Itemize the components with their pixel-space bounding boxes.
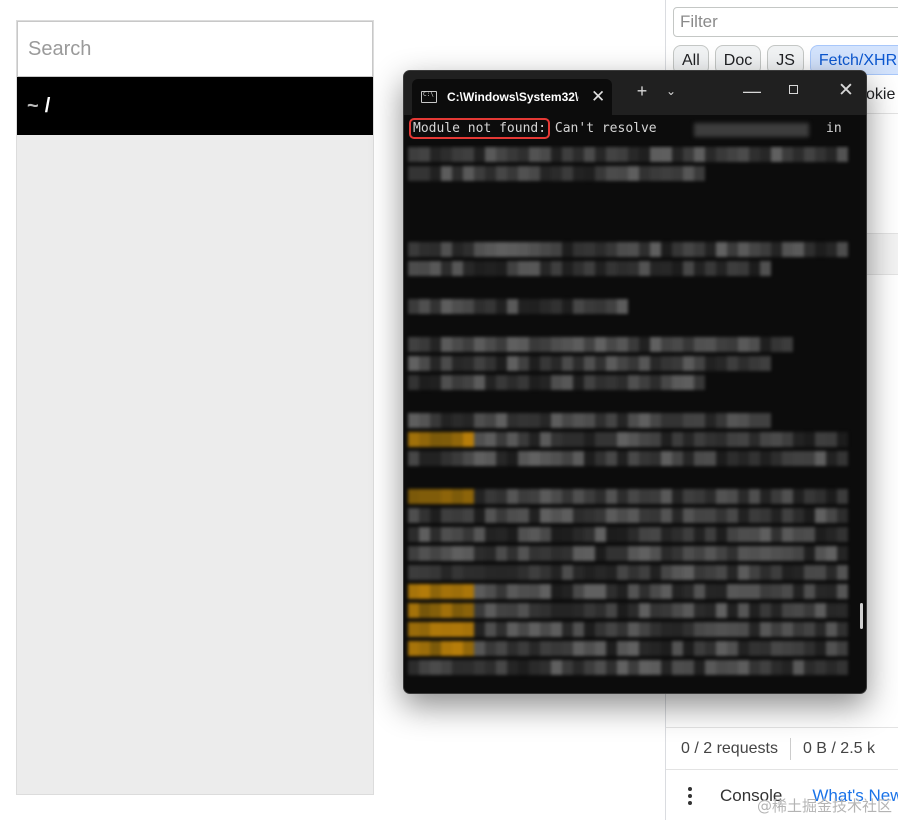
network-status-bar: 0 / 2 requests 0 B / 2.5 k [666,727,898,770]
minimize-button[interactable]: — [740,80,764,102]
filter-input[interactable] [673,7,898,37]
watermark: @稀土掘金技术社区 [756,797,892,815]
status-separator [789,738,791,760]
error-suffix: in [826,121,842,136]
home-path-prefix: ~ [27,94,39,117]
maximize-button[interactable] [789,85,798,94]
cookies-label[interactable]: okie [866,86,895,104]
terminal-output[interactable]: Module not found: Can't resolve in [404,115,866,693]
error-line: Module not found: Can't resolve [408,118,657,139]
close-window-button[interactable]: ✕ [834,80,858,102]
terminal-window[interactable]: C:\Windows\System32\cmd.exe ✕ + ⌄ — ✕ Mo… [403,70,867,694]
search-input[interactable] [17,21,373,77]
transfer-summary: 0 B / 2.5 k [802,740,875,757]
terminal-tab[interactable]: C:\Windows\System32\cmd.exe ✕ [412,79,612,115]
redacted-text [694,123,809,137]
chevron-down-icon[interactable]: ⌄ [661,80,681,102]
requests-summary: 0 / 2 requests [681,740,778,757]
new-tab-button[interactable]: + [632,80,652,102]
error-text: Can't resolve [547,121,657,136]
tab-title: C:\Windows\System32\cmd.exe [447,90,579,104]
redacted-output [408,147,848,675]
error-highlight: Module not found: [408,118,551,139]
path-bar[interactable]: ~ / [17,77,373,135]
more-options-icon[interactable] [688,786,692,805]
current-path: / [44,94,51,117]
command-prompt-icon [421,91,437,103]
terminal-titlebar[interactable]: C:\Windows\System32\cmd.exe ✕ + ⌄ — ✕ [404,71,866,115]
terminal-scrollbar[interactable] [860,603,863,629]
file-browser-panel: ~ / [16,20,374,795]
tab-close-icon[interactable]: ✕ [591,87,605,107]
